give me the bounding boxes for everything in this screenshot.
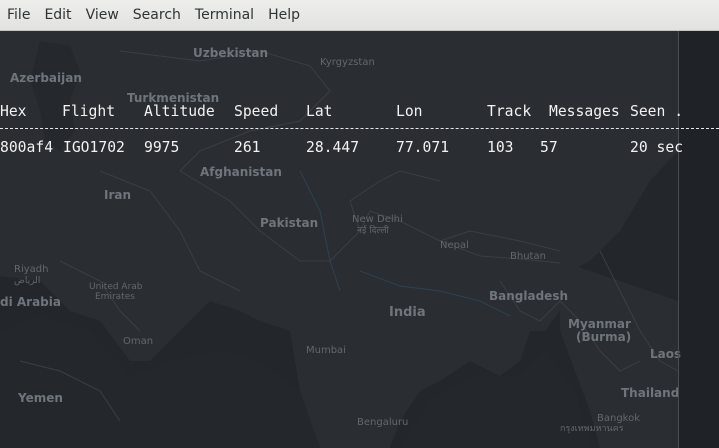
row-flight: IGO1702 (63, 139, 125, 156)
map-label-laos: Laos (650, 347, 681, 361)
row-speed: 261 (234, 139, 261, 156)
map-label-yemen: Yemen (17, 391, 63, 405)
row-hex: 800af4 (0, 139, 54, 156)
map-label-new-delhi-hindi: नई दिल्ली (357, 224, 390, 236)
row-lat: 28.447 (306, 139, 360, 156)
map-label-uae-line2: Emirates (95, 292, 135, 302)
header-seen: Seen . (630, 103, 684, 120)
map-label-azerbaijan: Azerbaijan (10, 71, 82, 85)
map-label-bengaluru: Bengaluru (357, 417, 408, 428)
header-hex: Hex (0, 103, 27, 120)
map-label-myanmar: Myanmar (568, 317, 631, 331)
menu-view[interactable]: View (79, 0, 126, 31)
row-track: 103 (487, 139, 514, 156)
row-messages: 57 (540, 139, 558, 156)
header-altitude: Altitude (144, 103, 215, 120)
map-label-mumbai: Mumbai (306, 345, 346, 356)
map-label-bangladesh: Bangladesh (489, 289, 568, 303)
map-label-riyadh-arabic: الرياض (14, 276, 40, 286)
map-label-bangkok-thai: กรุงเทพมหานคร (560, 424, 624, 434)
header-flight: Flight (62, 103, 116, 120)
map-label-uae-line1: United Arab (89, 282, 143, 292)
header-speed: Speed (234, 103, 279, 120)
scrollbar-gutter[interactable] (679, 31, 719, 448)
map-label-afghanistan: Afghanistan (200, 165, 282, 179)
map-label-thailand: Thailand (621, 386, 679, 400)
map-label-riyadh: Riyadh (14, 264, 48, 275)
map-label-bhutan: Bhutan (510, 251, 546, 262)
row-altitude: 9975 (144, 139, 180, 156)
map-label-pakistan: Pakistan (260, 216, 318, 230)
terminal-window: File Edit View Search Terminal Help Uzbe… (0, 0, 719, 448)
map-label-bangkok: Bangkok (597, 413, 640, 424)
map-label-uzbekistan: Uzbekistan (193, 46, 268, 60)
background-map: Uzbekistan Kyrgyzstan Azerbaijan Turkmen… (0, 31, 719, 448)
map-label-burma: (Burma) (576, 330, 631, 344)
map-label-oman: Oman (123, 336, 153, 347)
map-label-new-delhi: New Delhi (352, 214, 403, 225)
map-label-india: India (389, 305, 426, 320)
header-separator (0, 128, 719, 129)
scrollbar-track[interactable] (678, 31, 679, 448)
row-lon: 77.071 (396, 139, 450, 156)
header-track: Track (487, 103, 532, 120)
terminal-area[interactable]: Uzbekistan Kyrgyzstan Azerbaijan Turkmen… (0, 31, 719, 448)
header-messages: Messages (549, 103, 620, 120)
row-seen: 20 sec (630, 139, 684, 156)
map-label-kyrgyzstan: Kyrgyzstan (320, 57, 375, 68)
menu-terminal[interactable]: Terminal (188, 0, 261, 31)
map-label-saudi-arabia: di Arabia (0, 295, 61, 309)
header-lat: Lat (306, 103, 333, 120)
menu-bar: File Edit View Search Terminal Help (0, 0, 719, 31)
map-label-iran: Iran (104, 188, 131, 202)
menu-file[interactable]: File (0, 0, 37, 31)
header-lon: Lon (396, 103, 423, 120)
menu-edit[interactable]: Edit (37, 0, 78, 31)
menu-help[interactable]: Help (261, 0, 307, 31)
menu-search[interactable]: Search (126, 0, 188, 31)
map-label-nepal: Nepal (440, 240, 469, 251)
